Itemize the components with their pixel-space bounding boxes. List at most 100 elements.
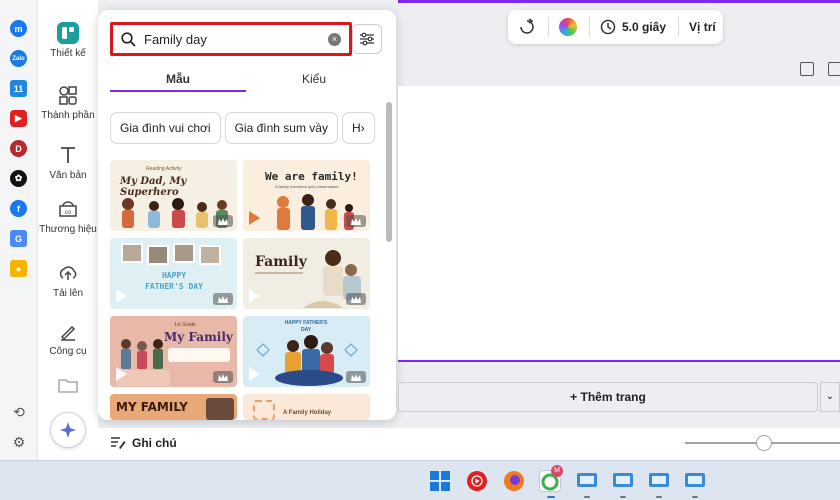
nav-item-text[interactable]: Văn bản (38, 144, 98, 181)
calendar-icon[interactable]: 11 (10, 80, 27, 97)
svg-text:co: co (65, 210, 72, 216)
panel-tabs: Mẫu Kiểu (110, 68, 382, 98)
nav-item-uploads[interactable]: Tải lên (38, 262, 98, 299)
translate-icon[interactable]: G (10, 230, 27, 247)
suggestion-chips: Gia đình vui chơi Gia đình sum vầy H› (110, 112, 379, 146)
running-indicator (620, 496, 626, 498)
windows-start-icon[interactable] (429, 470, 451, 492)
running-indicator (656, 496, 662, 498)
profile-d-icon[interactable]: D (10, 140, 27, 157)
layout-icon (57, 22, 79, 44)
chevron-down-icon[interactable]: ⌄ (820, 382, 840, 412)
notes-label: Ghi chú (132, 436, 177, 450)
panel-scrollbar[interactable] (386, 102, 392, 242)
tab-styles[interactable]: Kiểu (246, 68, 382, 90)
template-title: HAPPY FATHER'S DAY (145, 271, 203, 291)
settings-gear-icon[interactable]: ⚙ (10, 433, 28, 451)
photo-frames (121, 243, 221, 265)
decor-frame (253, 400, 275, 420)
tab-templates[interactable]: Mẫu (110, 68, 246, 92)
running-indicator (692, 496, 698, 498)
editor-footer (98, 428, 840, 460)
nav-label: Văn bản (49, 170, 87, 181)
zalo-icon[interactable]: Zalo (10, 50, 27, 67)
chip-more[interactable]: H› (341, 112, 375, 144)
remote-desktop-icon[interactable] (648, 470, 670, 492)
nav-label: Tải lên (52, 288, 83, 299)
zoom-slider-handle[interactable] (756, 435, 772, 451)
play-icon (116, 367, 127, 381)
search-icon (121, 31, 136, 47)
active-indicator (547, 496, 555, 498)
facebook-icon[interactable]: f (10, 200, 27, 217)
notes-button[interactable]: Ghi chú (110, 436, 177, 450)
template-title: MY FAMILY (116, 400, 188, 414)
remote-desktop-icon[interactable] (684, 470, 706, 492)
template-card[interactable]: A Family Holiday (243, 394, 370, 420)
add-page-icon[interactable] (828, 62, 840, 76)
design-canvas[interactable] (398, 86, 840, 362)
history-icon[interactable]: ⟲ (10, 403, 28, 421)
duration-label[interactable]: 5.0 giây (622, 20, 666, 34)
canvas-toolbar: 5.0 giây Vị trí (508, 10, 723, 44)
color-picker-icon[interactable] (559, 18, 577, 36)
template-card[interactable]: HAPPY FATHER'S DAY (243, 316, 370, 387)
remote-desktop-icon[interactable] (576, 470, 598, 492)
template-subtitle: 1st Grade (174, 322, 196, 328)
sparkle-icon (60, 422, 76, 438)
premium-crown-icon (346, 371, 366, 383)
tools-icon (60, 325, 76, 341)
premium-crown-icon (346, 293, 366, 305)
youtube-icon[interactable]: ▶ (10, 110, 27, 127)
text-icon (61, 147, 75, 163)
keep-icon[interactable]: ● (10, 260, 27, 277)
template-card[interactable]: MY FAMILY (110, 394, 237, 420)
youtube-music-icon[interactable] (466, 470, 488, 492)
clear-search-icon[interactable]: × (328, 32, 341, 46)
position-button[interactable]: Vị trí (689, 20, 716, 34)
search-input[interactable] (144, 31, 328, 47)
profile-badge-icon: M (551, 465, 563, 477)
search-box[interactable]: × (110, 22, 352, 56)
filter-sliders-icon (360, 32, 374, 46)
play-icon (249, 367, 260, 381)
template-card[interactable]: Family (243, 238, 370, 309)
template-card[interactable]: 1st Grade My Family (110, 316, 237, 387)
firefox-icon[interactable] (503, 470, 525, 492)
nav-item-design[interactable]: Thiết kế (38, 22, 98, 59)
premium-crown-icon (213, 293, 233, 305)
template-title: We are family! (265, 170, 358, 183)
template-card[interactable]: HAPPY FATHER'S DAY (110, 238, 237, 309)
template-card[interactable]: We are family! A family members quiz pre… (243, 160, 370, 231)
template-panel: × Mẫu Kiểu Gia đình vui chơiGia đình sum… (98, 10, 396, 420)
refresh-edit-icon[interactable] (518, 18, 536, 36)
magic-assistant-button[interactable] (50, 412, 86, 448)
nav-label: Thiết kế (50, 48, 86, 59)
remote-desktop-icon[interactable] (612, 470, 634, 492)
nav-item-tools[interactable]: Công cụ (38, 320, 98, 357)
brand-icon: co (59, 201, 77, 217)
play-icon (249, 211, 260, 225)
add-page-button[interactable]: + Thêm trang (398, 382, 818, 412)
premium-crown-icon (213, 371, 233, 383)
template-card[interactable]: Reading Activity My Dad, My Superhero (110, 160, 237, 231)
chatgpt-icon[interactable]: ✿ (10, 170, 27, 187)
upload-icon (59, 266, 77, 280)
chip-family-reunion[interactable]: Gia đình sum vầy (224, 112, 338, 144)
template-subtitle: Reading Activity (146, 166, 182, 172)
os-app-strip: m Zalo 11 ▶ D ✿ f G ● ⟲ ⚙ (0, 0, 38, 460)
nav-item-elements[interactable]: Thành phần (38, 84, 98, 121)
template-title: My Family (164, 330, 233, 344)
folder-icon[interactable] (57, 378, 79, 394)
clock-icon (600, 19, 616, 35)
nav-label: Thương hiệu (39, 224, 97, 235)
canva-side-nav: Thiết kế Thành phần Văn bản co Thương hi… (38, 0, 98, 460)
messenger-icon[interactable]: m (10, 20, 27, 37)
chip-family-fun[interactable]: Gia đình vui chơi (110, 112, 221, 144)
premium-crown-icon (346, 215, 366, 227)
nav-item-brand[interactable]: co Thương hiệu (38, 198, 98, 235)
duplicate-page-icon[interactable] (800, 62, 814, 76)
photo-block (206, 398, 234, 420)
filter-button[interactable] (352, 24, 382, 54)
template-title: A Family Holiday (283, 410, 332, 416)
